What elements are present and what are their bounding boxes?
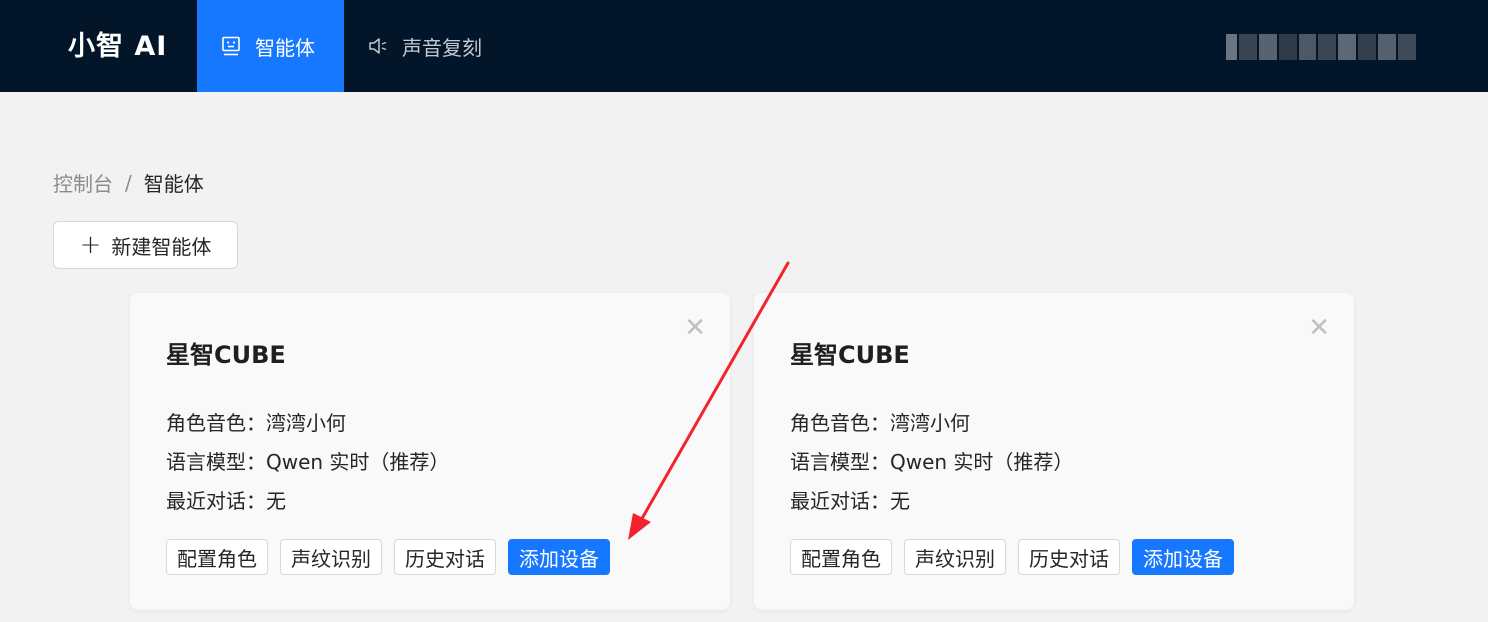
speaker-icon [368,36,388,56]
breadcrumb-current: 智能体 [143,172,204,196]
agent-model: 语言模型：Qwen 实时（推荐） [790,450,1074,474]
voiceprint-button[interactable]: 声纹识别 [280,539,382,575]
new-agent-label: 新建智能体 [111,234,212,259]
agent-title: 星智CUBE [166,341,286,369]
app-logo: 小智 AI [68,31,168,62]
agent-actions: 配置角色 声纹识别 历史对话 添加设备 [166,539,610,575]
agent-card: ✕ 星智CUBE 角色音色：湾湾小何 语言模型：Qwen 实时（推荐） 最近对话… [754,293,1354,610]
nav-tab-voice-clone-label: 声音复刻 [402,35,482,60]
nav-tab-voice-clone[interactable]: 声音复刻 [344,0,514,92]
plus-icon: + [79,230,102,260]
agent-last-chat: 最近对话：无 [166,489,286,513]
configure-role-button[interactable]: 配置角色 [166,539,268,575]
top-navbar: 小智 AI 智能体 声音复刻 [0,0,1488,92]
agent-model: 语言模型：Qwen 实时（推荐） [166,450,450,474]
agent-voice: 角色音色：湾湾小何 [166,411,346,435]
history-button[interactable]: 历史对话 [394,539,496,575]
nav-tab-agents-label: 智能体 [255,35,315,60]
robot-icon [221,36,241,56]
voiceprint-button[interactable]: 声纹识别 [904,539,1006,575]
history-button[interactable]: 历史对话 [1018,539,1120,575]
add-device-button[interactable]: 添加设备 [508,539,610,575]
breadcrumb: 控制台 / 智能体 [53,168,204,197]
close-icon[interactable]: ✕ [1308,315,1330,341]
breadcrumb-console-link[interactable]: 控制台 [53,168,113,197]
agent-card: ✕ 星智CUBE 角色音色：湾湾小何 语言模型：Qwen 实时（推荐） 最近对话… [130,293,730,610]
nav-tab-agents[interactable]: 智能体 [197,0,344,92]
new-agent-button[interactable]: + 新建智能体 [53,221,238,269]
user-account-blurred[interactable] [1226,34,1417,60]
agent-last-chat: 最近对话：无 [790,489,910,513]
agent-actions: 配置角色 声纹识别 历史对话 添加设备 [790,539,1234,575]
agent-title: 星智CUBE [790,341,910,369]
breadcrumb-separator: / [125,170,132,195]
agent-voice: 角色音色：湾湾小何 [790,411,970,435]
close-icon[interactable]: ✕ [684,315,706,341]
add-device-button[interactable]: 添加设备 [1132,539,1234,575]
configure-role-button[interactable]: 配置角色 [790,539,892,575]
